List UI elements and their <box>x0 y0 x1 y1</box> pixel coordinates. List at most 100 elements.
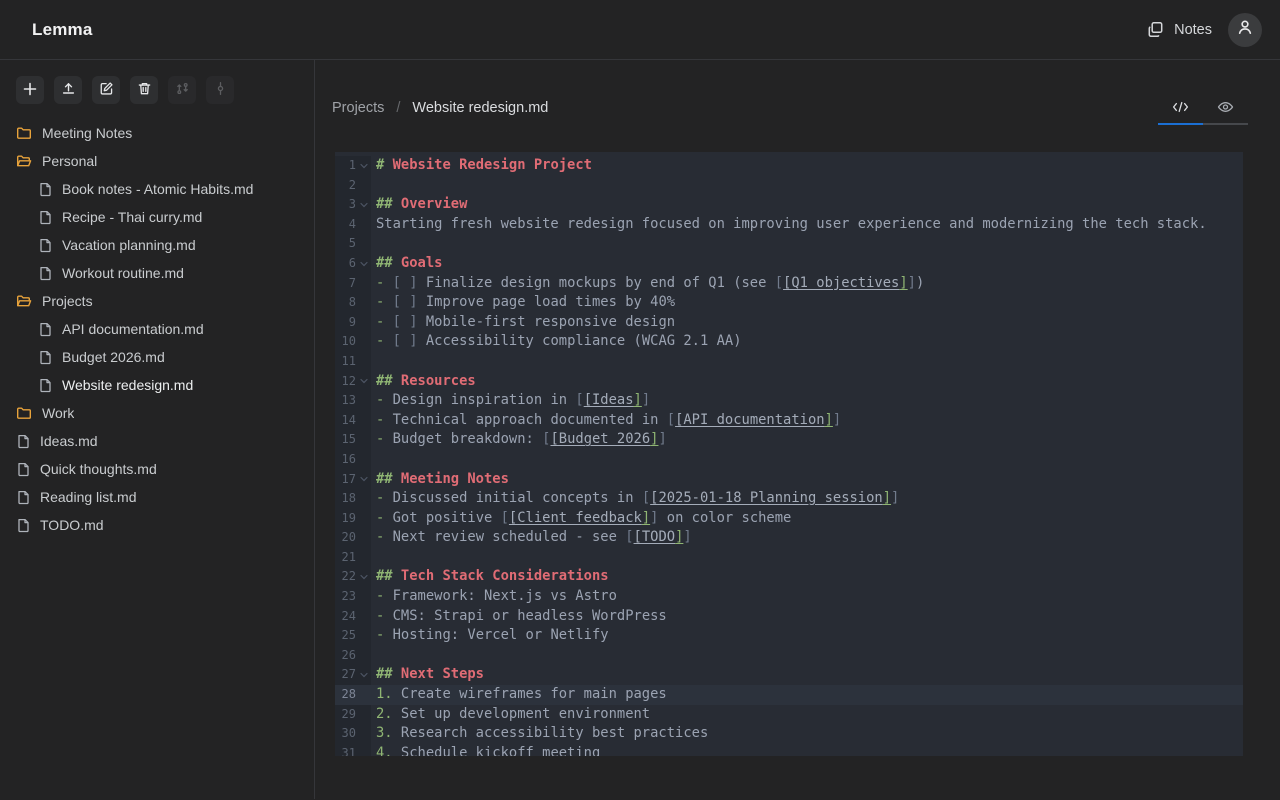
editor-line[interactable]: 19- Got positive [[Client feedback]] on … <box>335 509 1243 529</box>
fold-chevron-icon[interactable] <box>360 475 368 483</box>
wiki-link[interactable]: ] <box>634 392 642 408</box>
tree-file-item[interactable]: TODO.md <box>0 511 314 539</box>
editor-line-content[interactable]: ## Resources <box>371 372 1243 392</box>
wiki-link[interactable]: [API documentation <box>675 412 825 428</box>
tree-folder-item[interactable]: Work <box>0 399 314 427</box>
editor-line-content[interactable] <box>371 450 1243 470</box>
editor-line[interactable]: 4Starting fresh website redesign focused… <box>335 215 1243 235</box>
editor-line[interactable]: 18- Discussed initial concepts in [[2025… <box>335 489 1243 509</box>
wiki-link[interactable]: ] <box>825 412 833 428</box>
editor-line-content[interactable]: - CMS: Strapi or headless WordPress <box>371 607 1243 627</box>
code-view-tab[interactable] <box>1158 100 1203 116</box>
editor-line-content[interactable]: - [ ] Mobile-first responsive design <box>371 313 1243 333</box>
tree-folder-item[interactable]: Projects <box>0 287 314 315</box>
editor-line[interactable]: 3## Overview <box>335 195 1243 215</box>
editor-line[interactable]: 26 <box>335 646 1243 666</box>
editor-line-content[interactable]: - [ ] Accessibility compliance (WCAG 2.1… <box>371 332 1243 352</box>
editor-line[interactable]: 12## Resources <box>335 372 1243 392</box>
breadcrumb-folder[interactable]: Projects <box>332 100 384 116</box>
editor-line-content[interactable] <box>371 352 1243 372</box>
editor-line[interactable]: 11 <box>335 352 1243 372</box>
tree-file-item[interactable]: Budget 2026.md <box>0 343 314 371</box>
fold-chevron-icon[interactable] <box>360 573 368 581</box>
editor-line[interactable]: 281. Create wireframes for main pages <box>335 685 1243 705</box>
notes-button[interactable]: Notes <box>1146 20 1212 39</box>
editor-line-content[interactable]: - [ ] Finalize design mockups by end of … <box>371 274 1243 294</box>
editor-line-content[interactable]: 3. Research accessibility best practices <box>371 724 1243 744</box>
delete-button[interactable] <box>130 76 158 104</box>
editor-line[interactable]: 8- [ ] Improve page load times by 40% <box>335 293 1243 313</box>
editor-line[interactable]: 16 <box>335 450 1243 470</box>
editor-line[interactable]: 9- [ ] Mobile-first responsive design <box>335 313 1243 333</box>
editor-line-content[interactable]: - Hosting: Vercel or Netlify <box>371 626 1243 646</box>
editor-line-content[interactable]: - Design inspiration in [[Ideas]] <box>371 391 1243 411</box>
tree-file-item[interactable]: Ideas.md <box>0 427 314 455</box>
editor-line-content[interactable]: # Website Redesign Project <box>371 156 1243 176</box>
editor-line-content[interactable]: ## Goals <box>371 254 1243 274</box>
editor-line[interactable]: 25- Hosting: Vercel or Netlify <box>335 626 1243 646</box>
editor-line[interactable]: 24- CMS: Strapi or headless WordPress <box>335 607 1243 627</box>
user-avatar[interactable] <box>1228 13 1262 47</box>
wiki-link[interactable]: [TODO <box>634 529 676 545</box>
editor-line-content[interactable]: - Got positive [[Client feedback]] on co… <box>371 509 1243 529</box>
tree-file-item[interactable]: Recipe - Thai curry.md <box>0 203 314 231</box>
editor-line[interactable]: 1# Website Redesign Project <box>335 156 1243 176</box>
editor-line-content[interactable] <box>371 548 1243 568</box>
editor-line-content[interactable]: - Framework: Next.js vs Astro <box>371 587 1243 607</box>
editor-line[interactable]: 13- Design inspiration in [[Ideas]] <box>335 391 1243 411</box>
editor-line-content[interactable]: ## Tech Stack Considerations <box>371 567 1243 587</box>
tree-file-item[interactable]: Website redesign.md <box>0 371 314 399</box>
tree-folder-item[interactable]: Personal <box>0 147 314 175</box>
wiki-link[interactable]: [Ideas <box>584 392 634 408</box>
editor-line[interactable]: 14- Technical approach documented in [[A… <box>335 411 1243 431</box>
wiki-link[interactable]: [Client feedback <box>509 510 642 526</box>
editor-line[interactable]: 17## Meeting Notes <box>335 470 1243 490</box>
editor-line[interactable]: 22## Tech Stack Considerations <box>335 567 1243 587</box>
editor-line[interactable]: 6## Goals <box>335 254 1243 274</box>
editor-line-content[interactable]: - Next review scheduled - see [[TODO]] <box>371 528 1243 548</box>
new-note-button[interactable] <box>16 76 44 104</box>
editor-line-content[interactable]: ## Meeting Notes <box>371 470 1243 490</box>
wiki-link[interactable]: ] <box>642 510 650 526</box>
editor-line[interactable]: 7- [ ] Finalize design mockups by end of… <box>335 274 1243 294</box>
tree-file-item[interactable]: Vacation planning.md <box>0 231 314 259</box>
fold-chevron-icon[interactable] <box>360 260 368 268</box>
wiki-link[interactable]: [2025-01-18 Planning session <box>650 490 883 506</box>
fold-chevron-icon[interactable] <box>360 201 368 209</box>
editor-line-content[interactable] <box>371 646 1243 666</box>
editor-line-content[interactable]: ## Overview <box>371 195 1243 215</box>
edit-button[interactable] <box>92 76 120 104</box>
tree-file-item[interactable]: Reading list.md <box>0 483 314 511</box>
tree-file-item[interactable]: API documentation.md <box>0 315 314 343</box>
fold-chevron-icon[interactable] <box>360 377 368 385</box>
editor-line-content[interactable]: Starting fresh website redesign focused … <box>371 215 1243 235</box>
wiki-link[interactable]: ] <box>899 275 907 291</box>
editor-line[interactable]: 21 <box>335 548 1243 568</box>
editor-line[interactable]: 20- Next review scheduled - see [[TODO]] <box>335 528 1243 548</box>
editor-line[interactable]: 292. Set up development environment <box>335 705 1243 725</box>
editor-line[interactable]: 303. Research accessibility best practic… <box>335 724 1243 744</box>
upload-button[interactable] <box>54 76 82 104</box>
editor-line[interactable]: 23- Framework: Next.js vs Astro <box>335 587 1243 607</box>
preview-view-tab[interactable] <box>1203 100 1248 116</box>
markdown-editor[interactable]: 1# Website Redesign Project23## Overview… <box>335 152 1243 756</box>
tree-file-item[interactable]: Book notes - Atomic Habits.md <box>0 175 314 203</box>
editor-line-content[interactable] <box>371 234 1243 254</box>
editor-line[interactable]: 314. Schedule kickoff meeting <box>335 744 1243 756</box>
editor-line-content[interactable]: ## Next Steps <box>371 665 1243 685</box>
editor-line[interactable]: 15- Budget breakdown: [[Budget 2026]] <box>335 430 1243 450</box>
editor-line-content[interactable]: 2. Set up development environment <box>371 705 1243 725</box>
wiki-link[interactable]: [Budget 2026 <box>550 431 650 447</box>
fold-chevron-icon[interactable] <box>360 162 368 170</box>
tree-file-item[interactable]: Quick thoughts.md <box>0 455 314 483</box>
editor-line-content[interactable]: 1. Create wireframes for main pages <box>371 685 1243 705</box>
editor-line[interactable]: 27## Next Steps <box>335 665 1243 685</box>
editor-line[interactable]: 10- [ ] Accessibility compliance (WCAG 2… <box>335 332 1243 352</box>
tree-file-item[interactable]: Workout routine.md <box>0 259 314 287</box>
tree-folder-item[interactable]: Meeting Notes <box>0 119 314 147</box>
wiki-link[interactable]: [Q1 objectives <box>783 275 899 291</box>
editor-line[interactable]: 2 <box>335 176 1243 196</box>
editor-line-content[interactable] <box>371 176 1243 196</box>
editor-line[interactable]: 5 <box>335 234 1243 254</box>
editor-line-content[interactable]: - Discussed initial concepts in [[2025-0… <box>371 489 1243 509</box>
